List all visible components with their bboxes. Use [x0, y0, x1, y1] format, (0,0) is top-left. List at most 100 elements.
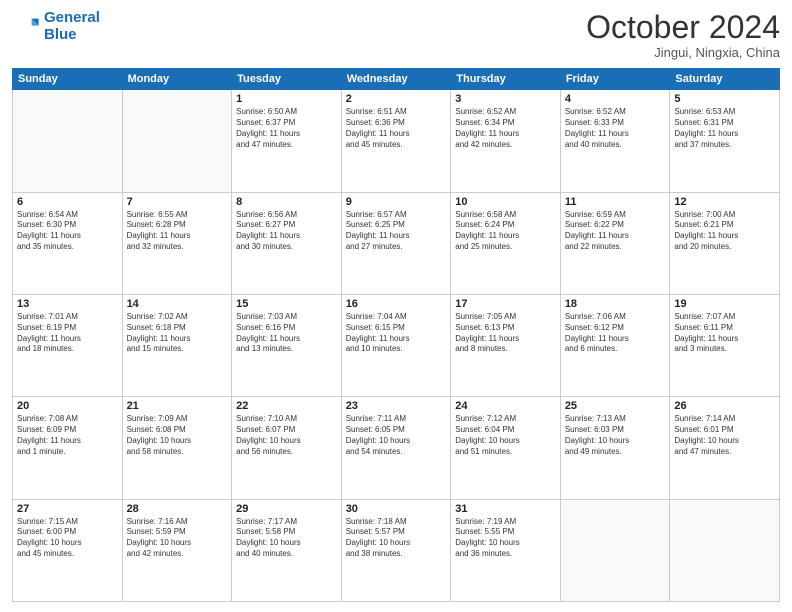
header: General Blue October 2024 Jingui, Ningxi… [12, 10, 780, 60]
title-block: October 2024 Jingui, Ningxia, China [586, 10, 780, 60]
day-info: Sunrise: 7:14 AM Sunset: 6:01 PM Dayligh… [674, 414, 775, 457]
day-info: Sunrise: 6:59 AM Sunset: 6:22 PM Dayligh… [565, 210, 666, 253]
day-info: Sunrise: 7:13 AM Sunset: 6:03 PM Dayligh… [565, 414, 666, 457]
day-info: Sunrise: 6:56 AM Sunset: 6:27 PM Dayligh… [236, 210, 337, 253]
day-cell: 2 Sunrise: 6:51 AM Sunset: 6:36 PM Daylig… [341, 90, 451, 192]
day-number: 18 [565, 298, 666, 310]
day-cell: 24Sunrise: 7:12 AM Sunset: 6:04 PM Dayli… [451, 397, 561, 499]
day-cell: 9 Sunrise: 6:57 AM Sunset: 6:25 PM Daylig… [341, 192, 451, 294]
day-info: Sunrise: 7:06 AM Sunset: 6:12 PM Dayligh… [565, 312, 666, 355]
day-info: Sunrise: 7:11 AM Sunset: 6:05 PM Dayligh… [346, 414, 447, 457]
day-cell: 7 Sunrise: 6:55 AM Sunset: 6:28 PM Daylig… [122, 192, 232, 294]
day-cell: 10 Sunrise: 6:58 AM Sunset: 6:24 PM Dayli… [451, 192, 561, 294]
day-number: 21 [127, 400, 228, 412]
day-info: Sunrise: 7:09 AM Sunset: 6:08 PM Dayligh… [127, 414, 228, 457]
day-info: Sunrise: 6:58 AM Sunset: 6:24 PM Dayligh… [455, 210, 556, 253]
day-number: 27 [17, 503, 118, 515]
day-cell: 29Sunrise: 7:17 AM Sunset: 5:58 PM Dayli… [232, 499, 342, 601]
day-info: Sunrise: 6:53 AM Sunset: 6:31 PM Dayligh… [674, 107, 775, 150]
logo-icon [12, 13, 40, 41]
month-title: October 2024 [586, 10, 780, 45]
day-number: 24 [455, 400, 556, 412]
day-info: Sunrise: 6:50 AM Sunset: 6:37 PM Dayligh… [236, 107, 337, 150]
day-cell: 21 Sunrise: 7:09 AM Sunset: 6:08 PM Dayli… [122, 397, 232, 499]
day-number: 22 [236, 400, 337, 412]
week-row-1: 1 Sunrise: 6:50 AM Sunset: 6:37 PM Daylig… [13, 90, 780, 192]
day-info: Sunrise: 7:05 AM Sunset: 6:13 PM Dayligh… [455, 312, 556, 355]
day-info: Sunrise: 7:15 AM Sunset: 6:00 PM Dayligh… [17, 517, 118, 560]
day-cell [13, 90, 123, 192]
day-cell: 19Sunrise: 7:07 AM Sunset: 6:11 PM Dayli… [670, 294, 780, 396]
logo: General Blue [12, 10, 100, 43]
col-monday: Monday [122, 69, 232, 90]
day-number: 9 [346, 196, 447, 208]
day-cell: 27 Sunrise: 7:15 AM Sunset: 6:00 PM Dayli… [13, 499, 123, 601]
day-cell: 31 Sunrise: 7:19 AM Sunset: 5:55 PM Dayli… [451, 499, 561, 601]
day-info: Sunrise: 7:16 AM Sunset: 5:59 PM Dayligh… [127, 517, 228, 560]
day-cell: 5 Sunrise: 6:53 AM Sunset: 6:31 PM Daylig… [670, 90, 780, 192]
day-cell: 14 Sunrise: 7:02 AM Sunset: 6:18 PM Dayli… [122, 294, 232, 396]
day-info: Sunrise: 7:19 AM Sunset: 5:55 PM Dayligh… [455, 517, 556, 560]
day-info: Sunrise: 7:17 AM Sunset: 5:58 PM Dayligh… [236, 517, 337, 560]
page: General Blue October 2024 Jingui, Ningxi… [0, 0, 792, 612]
calendar-header: Sunday Monday Tuesday Wednesday Thursday… [13, 69, 780, 90]
col-tuesday: Tuesday [232, 69, 342, 90]
day-cell: 8 Sunrise: 6:56 AM Sunset: 6:27 PM Daylig… [232, 192, 342, 294]
day-number: 8 [236, 196, 337, 208]
day-cell [560, 499, 670, 601]
week-row-3: 13Sunrise: 7:01 AM Sunset: 6:19 PM Dayli… [13, 294, 780, 396]
col-saturday: Saturday [670, 69, 780, 90]
day-number: 16 [346, 298, 447, 310]
day-number: 19 [674, 298, 775, 310]
day-number: 5 [674, 93, 775, 105]
day-number: 12 [674, 196, 775, 208]
day-info: Sunrise: 6:52 AM Sunset: 6:34 PM Dayligh… [455, 107, 556, 150]
day-info: Sunrise: 6:51 AM Sunset: 6:36 PM Dayligh… [346, 107, 447, 150]
day-number: 23 [346, 400, 447, 412]
day-cell: 1 Sunrise: 6:50 AM Sunset: 6:37 PM Daylig… [232, 90, 342, 192]
day-cell [122, 90, 232, 192]
day-info: Sunrise: 6:55 AM Sunset: 6:28 PM Dayligh… [127, 210, 228, 253]
day-cell: 6Sunrise: 6:54 AM Sunset: 6:30 PM Daylig… [13, 192, 123, 294]
day-cell [670, 499, 780, 601]
day-info: Sunrise: 6:52 AM Sunset: 6:33 PM Dayligh… [565, 107, 666, 150]
day-cell: 30 Sunrise: 7:18 AM Sunset: 5:57 PM Dayli… [341, 499, 451, 601]
col-sunday: Sunday [13, 69, 123, 90]
day-number: 31 [455, 503, 556, 515]
week-row-2: 6Sunrise: 6:54 AM Sunset: 6:30 PM Daylig… [13, 192, 780, 294]
day-number: 1 [236, 93, 337, 105]
day-number: 15 [236, 298, 337, 310]
logo-line1: General [44, 9, 100, 26]
day-number: 7 [127, 196, 228, 208]
day-info: Sunrise: 7:02 AM Sunset: 6:18 PM Dayligh… [127, 312, 228, 355]
day-cell: 22 Sunrise: 7:10 AM Sunset: 6:07 PM Dayli… [232, 397, 342, 499]
day-number: 10 [455, 196, 556, 208]
logo-line2: Blue [44, 26, 77, 43]
day-info: Sunrise: 7:10 AM Sunset: 6:07 PM Dayligh… [236, 414, 337, 457]
week-row-5: 27 Sunrise: 7:15 AM Sunset: 6:00 PM Dayli… [13, 499, 780, 601]
day-info: Sunrise: 7:08 AM Sunset: 6:09 PM Dayligh… [17, 414, 118, 457]
day-info: Sunrise: 6:54 AM Sunset: 6:30 PM Dayligh… [17, 210, 118, 253]
week-row-4: 20Sunrise: 7:08 AM Sunset: 6:09 PM Dayli… [13, 397, 780, 499]
day-number: 28 [127, 503, 228, 515]
col-wednesday: Wednesday [341, 69, 451, 90]
day-cell: 11 Sunrise: 6:59 AM Sunset: 6:22 PM Dayli… [560, 192, 670, 294]
day-number: 11 [565, 196, 666, 208]
day-cell: 28 Sunrise: 7:16 AM Sunset: 5:59 PM Dayli… [122, 499, 232, 601]
day-info: Sunrise: 7:00 AM Sunset: 6:21 PM Dayligh… [674, 210, 775, 253]
header-row: Sunday Monday Tuesday Wednesday Thursday… [13, 69, 780, 90]
day-number: 2 [346, 93, 447, 105]
day-number: 30 [346, 503, 447, 515]
day-cell: 12 Sunrise: 7:00 AM Sunset: 6:21 PM Dayli… [670, 192, 780, 294]
day-info: Sunrise: 7:18 AM Sunset: 5:57 PM Dayligh… [346, 517, 447, 560]
day-cell: 16Sunrise: 7:04 AM Sunset: 6:15 PM Dayli… [341, 294, 451, 396]
day-cell: 17Sunrise: 7:05 AM Sunset: 6:13 PM Dayli… [451, 294, 561, 396]
col-thursday: Thursday [451, 69, 561, 90]
calendar-table: Sunday Monday Tuesday Wednesday Thursday… [12, 68, 780, 602]
day-info: Sunrise: 6:57 AM Sunset: 6:25 PM Dayligh… [346, 210, 447, 253]
day-cell: 20Sunrise: 7:08 AM Sunset: 6:09 PM Dayli… [13, 397, 123, 499]
day-number: 14 [127, 298, 228, 310]
day-info: Sunrise: 7:01 AM Sunset: 6:19 PM Dayligh… [17, 312, 118, 355]
day-cell: 15Sunrise: 7:03 AM Sunset: 6:16 PM Dayli… [232, 294, 342, 396]
day-number: 3 [455, 93, 556, 105]
